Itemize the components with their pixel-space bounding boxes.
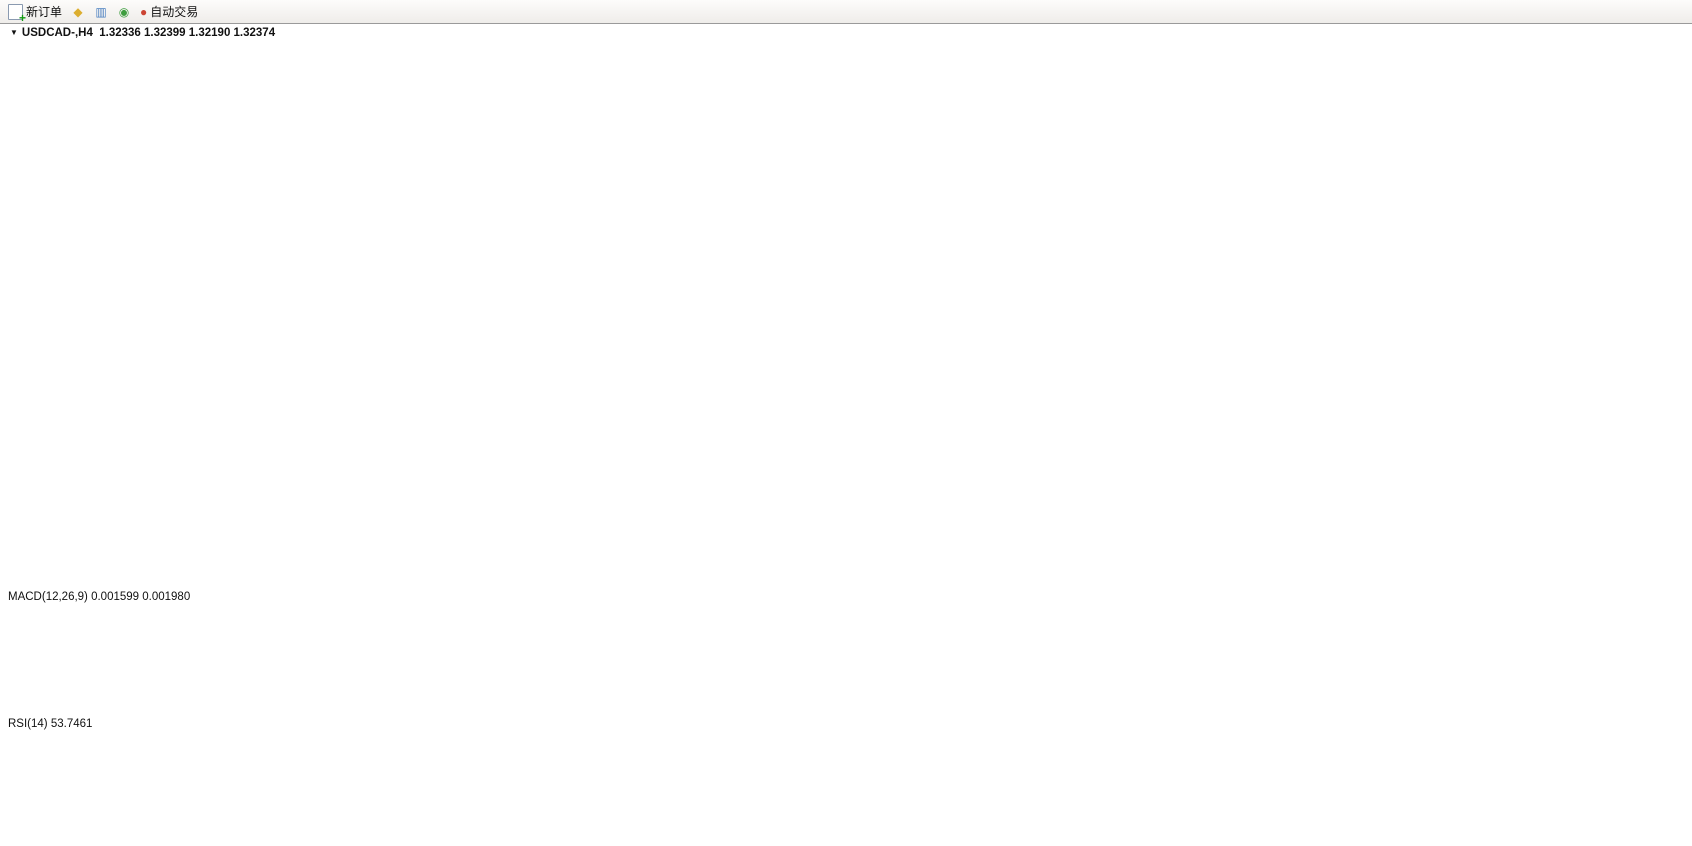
new-order-button-label: 新订单: [26, 3, 62, 20]
profiles-icon-icon: ◆: [73, 6, 82, 18]
navigator-icon: ◉: [119, 6, 129, 18]
autotrade-button-label: 自动交易: [150, 3, 198, 20]
autotrade-button[interactable]: ●自动交易: [136, 2, 202, 22]
profiles-icon-button[interactable]: ◆: [67, 2, 89, 22]
ohlc-values: 1.32336 1.32399 1.32190 1.32374: [99, 27, 275, 39]
new-order-button[interactable]: 新订单: [4, 2, 66, 22]
market-watch-icon: ▥: [95, 6, 106, 18]
trading-terminal: 新订单 ◆ ▥ ◉ ●自动交易 ▼ USDCAD-,H4 1.32336 1.32399 …: [0, 0, 1692, 846]
chart-canvas: [0, 0, 1692, 846]
symbol-period-label: USDCAD-,H4: [22, 27, 93, 39]
market-watch-button[interactable]: ▥: [90, 2, 112, 22]
chart-title: ▼ USDCAD-,H4 1.32336 1.32399 1.32190 1.32…: [10, 27, 275, 39]
rsi-indicator-label: RSI(14) 53.7461: [8, 718, 92, 730]
new-order-icon: [8, 4, 23, 20]
navigator-button[interactable]: ◉: [113, 2, 135, 22]
autotrade-icon: ●: [140, 6, 147, 18]
chart-collapse-icon[interactable]: ▼: [10, 28, 18, 37]
macd-indicator-label: MACD(12,26,9) 0.001599 0.001980: [8, 591, 190, 603]
toolbar: 新订单 ◆ ▥ ◉ ●自动交易: [0, 0, 1692, 24]
